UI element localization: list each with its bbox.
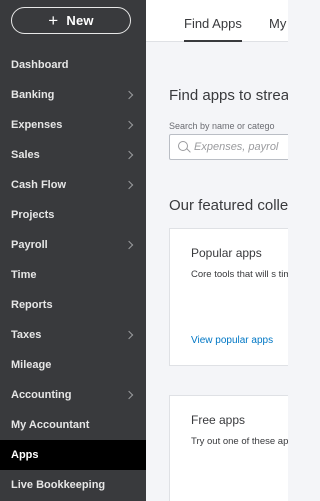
sidebar-item-label: Cash Flow xyxy=(11,179,67,191)
sidebar-item-label: Apps xyxy=(11,449,39,461)
sidebar-item-label: Taxes xyxy=(11,329,42,341)
sidebar-item-label: Dashboard xyxy=(11,59,69,71)
card-description: Try out one of these apps – no strings a… xyxy=(191,436,288,447)
chevron-right-icon xyxy=(124,150,134,160)
sidebar-item-expenses[interactable]: Expenses xyxy=(0,110,146,140)
sidebar-item-label: Banking xyxy=(11,89,55,101)
tab-my-apps[interactable]: My xyxy=(269,16,286,31)
sidebar-item-label: Live Bookkeeping xyxy=(11,479,106,491)
sidebar-item-label: Payroll xyxy=(11,239,48,251)
new-button[interactable]: + New xyxy=(11,7,131,34)
sidebar-item-projects[interactable]: Projects xyxy=(0,200,146,230)
sidebar-item-my-accountant[interactable]: My Accountant xyxy=(0,410,146,440)
sidebar-item-label: Expenses xyxy=(11,119,63,131)
sidebar-item-payroll[interactable]: Payroll xyxy=(0,230,146,260)
search-label: Search by name or catego xyxy=(169,121,275,131)
sidebar-item-label: Reports xyxy=(11,299,53,311)
sidebar-item-accounting[interactable]: Accounting xyxy=(0,380,146,410)
sidebar-item-label: Mileage xyxy=(11,359,52,371)
sidebar-item-sales[interactable]: Sales xyxy=(0,140,146,170)
card-title: Free apps xyxy=(191,413,246,427)
search-icon xyxy=(178,141,188,151)
sidebar: + New Dashboard Banking Expenses Sales C… xyxy=(0,0,146,501)
tab-find-apps[interactable]: Find Apps xyxy=(184,16,242,31)
featured-heading: Our featured colle xyxy=(169,197,288,214)
popular-apps-card: Popular apps Core tools that will s time… xyxy=(169,228,288,366)
search-box[interactable] xyxy=(169,134,288,160)
sidebar-item-live-bookkeeping[interactable]: Live Bookkeeping xyxy=(0,470,146,500)
chevron-right-icon xyxy=(124,180,134,190)
chevron-right-icon xyxy=(124,330,134,340)
sidebar-item-dashboard[interactable]: Dashboard xyxy=(0,50,146,80)
card-description: Core tools that will s time, money and m… xyxy=(191,269,288,280)
sidebar-item-time[interactable]: Time xyxy=(0,260,146,290)
sidebar-item-reports[interactable]: Reports xyxy=(0,290,146,320)
chevron-right-icon xyxy=(124,90,134,100)
sidebar-item-label: Time xyxy=(11,269,37,281)
chevron-right-icon xyxy=(124,390,134,400)
sidebar-item-label: Accounting xyxy=(11,389,72,401)
free-apps-card: Free apps Try out one of these apps – no… xyxy=(169,395,288,501)
main-content: Find Apps My Find apps to strea Search b… xyxy=(146,0,288,501)
sidebar-item-taxes[interactable]: Taxes xyxy=(0,320,146,350)
sidebar-item-cash-flow[interactable]: Cash Flow xyxy=(0,170,146,200)
active-tab-indicator xyxy=(184,40,242,42)
card-title: Popular apps xyxy=(191,246,262,260)
chevron-right-icon xyxy=(124,240,134,250)
sidebar-item-mileage[interactable]: Mileage xyxy=(0,350,146,380)
find-apps-heading: Find apps to strea xyxy=(169,87,288,104)
tab-bar: Find Apps My xyxy=(146,0,288,42)
chevron-right-icon xyxy=(124,120,134,130)
new-button-label: New xyxy=(66,13,94,28)
view-popular-apps-link[interactable]: View popular apps xyxy=(191,335,273,346)
plus-icon: + xyxy=(48,11,59,30)
search-input[interactable] xyxy=(194,139,288,155)
sidebar-item-label: My Accountant xyxy=(11,419,90,431)
sidebar-nav: Dashboard Banking Expenses Sales Cash Fl… xyxy=(0,50,146,500)
sidebar-item-banking[interactable]: Banking xyxy=(0,80,146,110)
sidebar-item-label: Sales xyxy=(11,149,40,161)
sidebar-item-apps[interactable]: Apps xyxy=(0,440,146,470)
sidebar-item-label: Projects xyxy=(11,209,55,221)
